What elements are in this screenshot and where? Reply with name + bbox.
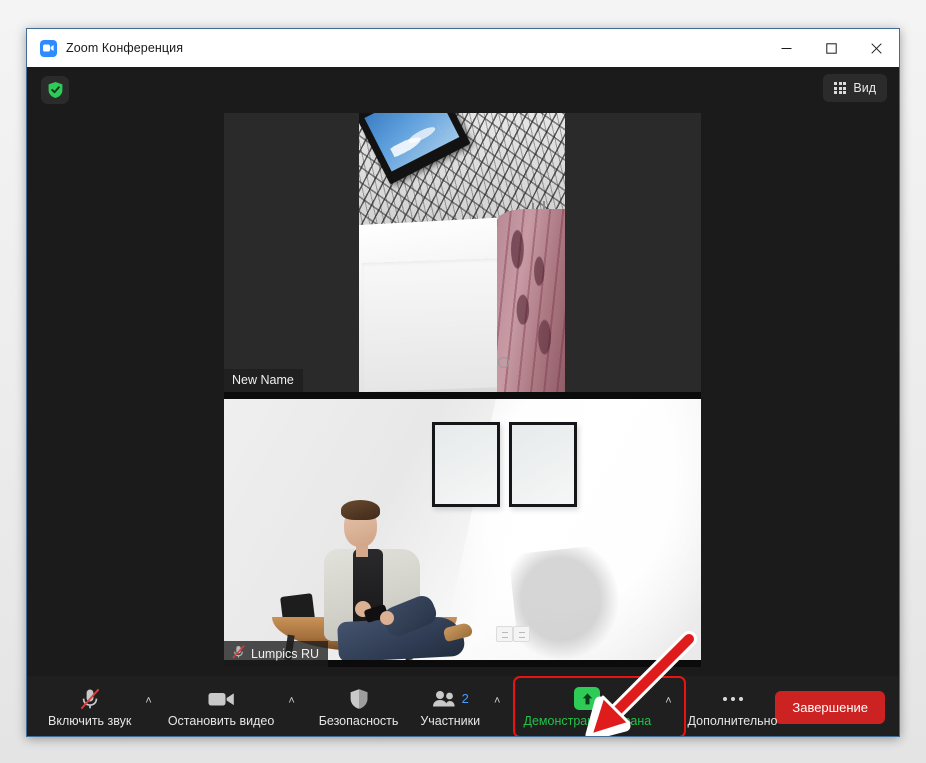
green-shield-check-icon[interactable] xyxy=(41,76,69,104)
shield-icon xyxy=(349,687,369,711)
participants-options-chevron-up-icon[interactable]: ˄ xyxy=(485,695,509,707)
participant-name-tag: New Name xyxy=(224,369,303,392)
participants-button[interactable]: 2 Участники xyxy=(413,679,487,735)
wall-knob xyxy=(498,357,509,368)
video-control-group: Остановить видео ˄ xyxy=(161,679,304,735)
person-figure xyxy=(310,497,480,660)
video-gallery: New Name Lumpics RU xyxy=(27,113,899,676)
share-screen-highlight: Демонстрация экрана ˄ xyxy=(513,676,686,736)
zoom-meeting-window: Zoom Конференция Вид New Name Lumpics RU… xyxy=(26,28,900,737)
mic-muted-icon xyxy=(232,645,245,662)
participants-count: 2 xyxy=(461,691,469,707)
view-button[interactable]: Вид xyxy=(823,74,887,102)
participant-name: Lumpics RU xyxy=(251,646,320,661)
participants-control-group: 2 Участники ˄ xyxy=(413,679,509,735)
more-options-label: Дополнительно xyxy=(687,713,778,728)
person-hair xyxy=(341,500,380,520)
video-tile[interactable]: Lumpics RU xyxy=(224,392,701,667)
meeting-body: Вид New Name Lumpics RU Включить звук ˄ … xyxy=(27,67,899,736)
maximize-button[interactable] xyxy=(809,29,854,67)
zoom-camera-icon xyxy=(40,39,57,57)
mic-muted-icon xyxy=(78,687,102,711)
toggle-audio-button[interactable]: Включить звук xyxy=(41,679,138,735)
share-options-chevron-up-icon[interactable]: ˄ xyxy=(656,695,680,707)
window-title: Zoom Конференция xyxy=(66,41,184,55)
toggle-video-label: Остановить видео xyxy=(167,713,275,728)
video-tile[interactable]: New Name xyxy=(224,113,701,392)
view-button-label: Вид xyxy=(853,81,876,95)
screenshot-root: Zoom Конференция Вид New Name Lumpics RU… xyxy=(0,0,926,763)
end-meeting-button[interactable]: Завершение xyxy=(775,690,885,724)
meeting-topbar: Вид xyxy=(27,67,899,113)
power-outlet xyxy=(513,626,530,642)
participant-name-tag: Lumpics RU xyxy=(224,641,329,667)
more-options-button[interactable]: Дополнительно xyxy=(687,679,778,735)
titlebar-left: Zoom Конференция xyxy=(27,39,184,57)
audio-options-chevron-up-icon[interactable]: ˄ xyxy=(136,695,160,707)
share-screen-label: Демонстрация экрана xyxy=(523,713,652,728)
security-label: Безопасность xyxy=(318,713,399,728)
window-controls xyxy=(764,29,899,67)
video-options-chevron-up-icon[interactable]: ˄ xyxy=(279,695,303,707)
share-screen-up-arrow-icon xyxy=(574,687,601,711)
power-outlet xyxy=(496,626,513,642)
camera-icon xyxy=(208,687,235,711)
close-button[interactable] xyxy=(854,29,899,67)
minimize-button[interactable] xyxy=(764,29,809,67)
people-icon: 2 xyxy=(432,687,469,711)
more-dots-icon xyxy=(722,687,743,711)
toggle-audio-label: Включить звук xyxy=(48,713,132,728)
picture-frame xyxy=(509,422,577,507)
share-screen-button[interactable]: Демонстрация экрана xyxy=(516,679,658,735)
participant-name: New Name xyxy=(232,373,294,387)
security-button[interactable]: Безопасность xyxy=(318,679,399,735)
window-titlebar: Zoom Конференция xyxy=(27,29,899,67)
participants-label: Участники xyxy=(420,713,481,728)
person-hand xyxy=(380,611,394,625)
wall-panel xyxy=(362,258,502,392)
wall-shadow xyxy=(508,543,625,660)
participant-video-feed xyxy=(359,113,565,392)
picture-frame xyxy=(432,422,500,507)
audio-control-group: Включить звук ˄ xyxy=(41,679,161,735)
participant-video-feed xyxy=(224,399,701,660)
meeting-toolbar: Включить звук ˄ Остановить видео ˄ Безоп… xyxy=(27,676,899,736)
grid-view-icon xyxy=(834,82,847,94)
toggle-video-button[interactable]: Остановить видео xyxy=(161,679,282,735)
